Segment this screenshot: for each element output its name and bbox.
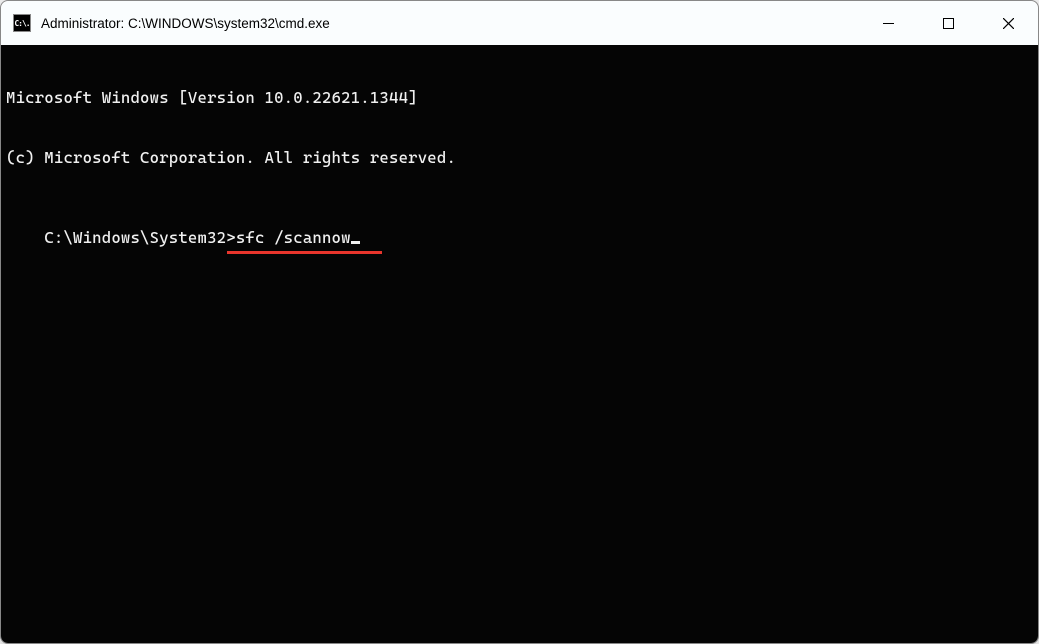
minimize-icon — [883, 18, 894, 29]
window-controls — [858, 1, 1038, 45]
prompt-line: C:\Windows\System32>sfc /scannow — [44, 228, 359, 248]
command-text: sfc /scannow — [236, 228, 351, 247]
titlebar[interactable]: C:\. Administrator: C:\WINDOWS\system32\… — [1, 1, 1038, 45]
minimize-button[interactable] — [858, 1, 918, 45]
close-button[interactable] — [978, 1, 1038, 45]
version-line: Microsoft Windows [Version 10.0.22621.13… — [6, 88, 1033, 108]
cmd-icon: C:\. — [13, 14, 31, 32]
window-title: Administrator: C:\WINDOWS\system32\cmd.e… — [41, 16, 858, 31]
prompt-text: C:\Windows\System32> — [44, 228, 236, 247]
cursor — [351, 241, 360, 244]
cmd-icon-text: C:\. — [14, 19, 29, 28]
cmd-window: C:\. Administrator: C:\WINDOWS\system32\… — [0, 0, 1039, 644]
copyright-line: (c) Microsoft Corporation. All rights re… — [6, 148, 1033, 168]
annotation-underline — [227, 251, 382, 254]
maximize-button[interactable] — [918, 1, 978, 45]
maximize-icon — [943, 18, 954, 29]
close-icon — [1003, 18, 1014, 29]
terminal-area[interactable]: Microsoft Windows [Version 10.0.22621.13… — [1, 45, 1038, 643]
